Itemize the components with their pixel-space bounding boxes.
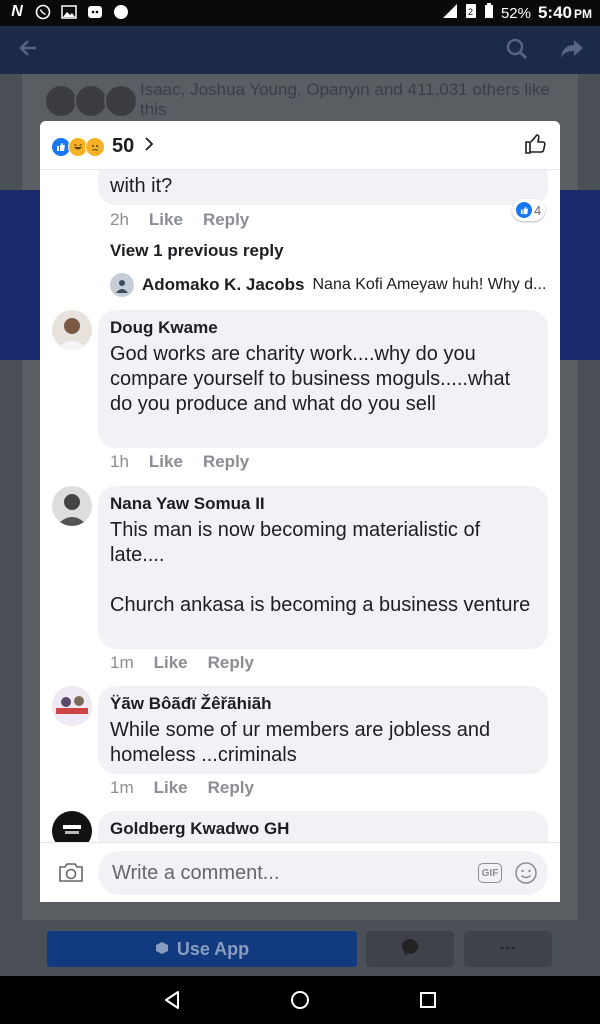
comment-input[interactable] [110, 860, 454, 886]
post-image-edge [560, 190, 600, 360]
liker-avatars [44, 84, 138, 118]
messenger-kids-icon [86, 3, 104, 21]
home-nav-icon[interactable] [288, 988, 312, 1012]
reaction-badge-count: 4 [534, 202, 542, 218]
reply-text: Nana Kofi Ameyaw huh! Why d... [312, 276, 547, 293]
comment-author[interactable]: Nana Yaw Somua II [110, 494, 536, 514]
messenger-button[interactable] [366, 931, 454, 967]
comment-input-box[interactable]: GIF [98, 851, 548, 895]
comment-time: 1m [110, 778, 134, 797]
comment-meta: 1m Like Reply [110, 653, 254, 673]
sim-icon: 2 [465, 3, 477, 23]
modal-header: 50 [40, 121, 560, 170]
back-nav-icon[interactable] [160, 988, 184, 1012]
comment-text: God works are charity work....why do you… [110, 343, 511, 415]
comment-meta: 2h Like Reply [110, 210, 249, 230]
avatar[interactable] [52, 686, 92, 726]
svg-text:2: 2 [468, 7, 473, 17]
more-button[interactable]: ··· [464, 931, 552, 967]
comment-author[interactable]: Doug Kwame [110, 318, 536, 338]
comments-modal: 50 with it? 2h Like Reply 4 View 1 previ… [40, 121, 560, 902]
status-bar: N 2 52% 5:40 PM [0, 0, 600, 26]
like-link[interactable]: Like [149, 210, 183, 230]
reply-preview[interactable]: Adomako K. Jacobs Nana Kofi Ameyaw huh! … [110, 273, 550, 297]
signal-icon [442, 3, 458, 23]
comment-author[interactable]: Ÿãw Bôãđï Žêřãhiãh [110, 694, 536, 714]
battery-percent: 52% [500, 4, 531, 22]
reply-author[interactable]: Adomako K. Jacobs [142, 275, 305, 295]
avatar[interactable] [52, 486, 92, 526]
use-app-button[interactable]: Use App [47, 931, 357, 967]
search-icon[interactable] [506, 38, 528, 65]
messenger-icon [401, 938, 419, 961]
comment-bubble: Goldberg Kwadwo GH [98, 811, 548, 842]
post-image-edge [0, 190, 40, 360]
comment-composer: GIF [40, 842, 560, 902]
netflix-icon: N [11, 3, 23, 20]
comment-reaction-badge[interactable]: 4 [512, 199, 546, 221]
comment-meta: 1m Like Reply [110, 778, 254, 798]
comment-meta: 1h Like Reply [110, 452, 249, 472]
avatar[interactable] [52, 310, 92, 350]
reaction-count: 50 [112, 135, 135, 157]
cube-icon [155, 939, 169, 960]
like-icon [516, 202, 532, 218]
app-top-bar [0, 26, 600, 74]
use-app-label: Use App [176, 938, 250, 959]
comment-bubble: Nana Yaw Somua II This man is now becomi… [98, 486, 548, 649]
reply-link[interactable]: Reply [203, 210, 249, 230]
comment-bubble: Ÿãw Bôãđï Žêřãhiãh While some of ur memb… [98, 686, 548, 774]
reply-link[interactable]: Reply [208, 653, 254, 673]
chevron-right-icon [144, 136, 154, 157]
camera-icon[interactable] [58, 861, 84, 888]
emoji-icon[interactable] [514, 861, 538, 890]
comment-time: 1m [110, 653, 134, 672]
sad-icon [85, 136, 105, 157]
like-post-button[interactable] [524, 133, 546, 160]
circle-icon [112, 3, 130, 21]
likes-summary: Isaac, Joshua Young, Opanyin and 411,031… [140, 80, 550, 119]
share-icon[interactable] [560, 38, 584, 65]
comment-author[interactable]: Goldberg Kwadwo GH [110, 819, 536, 839]
reply-link[interactable]: Reply [203, 452, 249, 472]
comment-text: This man is now becoming materialistic o… [110, 519, 531, 616]
recents-nav-icon[interactable] [416, 988, 440, 1012]
gif-icon[interactable]: GIF [478, 863, 502, 883]
comment-list[interactable]: with it? 2h Like Reply 4 View 1 previous… [40, 169, 560, 842]
avatar [110, 273, 134, 297]
back-arrow-icon[interactable] [18, 38, 38, 63]
avatar [74, 84, 108, 118]
reaction-summary[interactable]: 50 [51, 135, 154, 158]
like-link[interactable]: Like [154, 778, 188, 798]
comment-text: While some of ur members are jobless and… [110, 719, 491, 766]
clock: 5:40 PM [537, 3, 592, 22]
like-link[interactable]: Like [154, 653, 188, 673]
whatsapp-icon [34, 3, 52, 21]
comment-time: 1h [110, 452, 129, 471]
comment-text: with it? [110, 175, 173, 197]
reply-link[interactable]: Reply [208, 778, 254, 798]
comment-bubble: Doug Kwame God works are charity work...… [98, 310, 548, 448]
battery-icon [484, 3, 494, 23]
avatar [104, 84, 138, 118]
avatar[interactable] [52, 811, 92, 842]
gallery-icon [60, 3, 78, 21]
like-link[interactable]: Like [149, 452, 183, 472]
avatar [44, 84, 78, 118]
system-nav-bar [0, 976, 600, 1024]
view-previous-replies-link[interactable]: View 1 previous reply [110, 241, 284, 261]
comment-time: 2h [110, 210, 129, 229]
